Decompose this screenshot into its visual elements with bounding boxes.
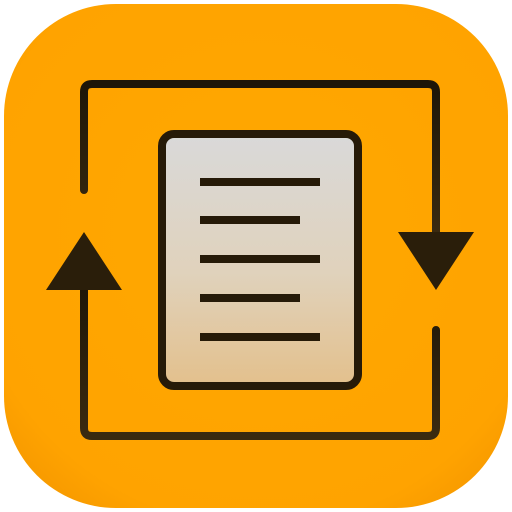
app-icon-canvas (0, 0, 512, 512)
document-lines-icon (158, 130, 362, 390)
document-line-4 (200, 294, 300, 302)
document-sync-icon (4, 4, 508, 508)
document-line-5 (200, 333, 320, 341)
document-line-2 (200, 216, 300, 224)
document-sync-app-icon[interactable] (4, 4, 508, 508)
document-line-3 (200, 255, 320, 263)
document-line-1 (200, 178, 320, 186)
